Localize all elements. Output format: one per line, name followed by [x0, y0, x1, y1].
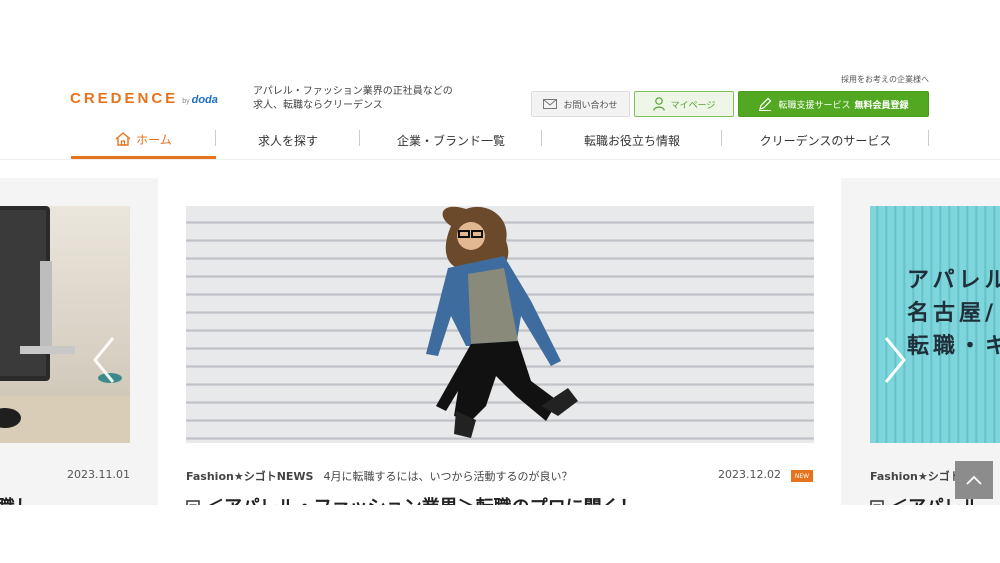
overlay-line: 転職・キ [907, 334, 1000, 359]
page-top-button[interactable] [955, 461, 993, 499]
slide-left-image[interactable] [0, 206, 130, 443]
slide-center-category[interactable]: Fashion★シゴトNEWS [186, 470, 313, 483]
nav-search-jobs[interactable]: 求人を探す [216, 122, 360, 158]
register-label: 転職支援サービス [778, 100, 851, 111]
tagline: アパレル・ファッション業界の正社員などの求人、転職ならクリーデンス [253, 86, 453, 111]
mypage-label: マイページ [670, 100, 716, 111]
slide-center-meta: Fashion★シゴトNEWS 4月に転職するには、いつから活動するのが良い？ [186, 468, 572, 484]
nav-services[interactable]: クリーデンスのサービス [722, 122, 929, 158]
contact-label: お問い合わせ [563, 100, 618, 111]
page: CREDENCE by doda アパレル・ファッション業界の正社員などの求人、転職… [0, 0, 1000, 563]
slide-center-image[interactable] [186, 206, 814, 443]
slide-center-headline-text: ＜アパレル・ファッション業界＞転職のプロに聞く！ [206, 497, 638, 505]
chevron-right-icon [884, 337, 906, 383]
slide-center-subtitle: 4月に転職するには、いつから活動するのが良い？ [323, 470, 573, 483]
logo-by: by [182, 98, 190, 105]
nav-companies-label: 企業・ブランド一覧 [396, 133, 505, 148]
nav-companies[interactable]: 企業・ブランド一覧 [360, 122, 542, 158]
chevron-up-icon [966, 475, 982, 485]
bottom-area [0, 505, 1000, 563]
slide-center: Fashion★シゴトNEWS 4月に転職するには、いつから活動するのが良い？ 2… [158, 178, 841, 505]
nav-career-info-label: 転職お役立ち情報 [583, 133, 680, 148]
nav-services-label: クリーデンスのサービス [759, 133, 892, 148]
slide-center-date: 2023.12.02 [718, 468, 781, 481]
site-header: CREDENCE by doda アパレル・ファッション業界の正社員などの求人、転職… [0, 70, 1000, 160]
header-divider [0, 159, 1000, 160]
new-badge: NEW [791, 470, 813, 482]
nav-home[interactable]: ホーム [71, 122, 216, 159]
slide-left-headline[interactable]: 職し [0, 493, 33, 505]
nav-search-jobs-label: 求人を探す [257, 133, 318, 148]
corporate-link[interactable]: 採用をお考えの企業様へ [841, 74, 929, 85]
mypage-button[interactable]: マイページ [634, 91, 734, 117]
desk-monitor-image [0, 206, 130, 443]
jumping-woman-image [426, 206, 578, 438]
contact-button[interactable]: お問い合わせ [531, 91, 630, 117]
pencil-icon [759, 97, 772, 111]
global-nav: ホーム 求人を探す 企業・ブランド一覧 転職お役立ち情報 クリーデンスのサービス [71, 122, 929, 160]
home-icon [115, 132, 131, 146]
carousel-prev-button[interactable] [89, 335, 119, 385]
register-strong: 無料会員登録 [854, 100, 909, 111]
featured-carousel: 2023.11.01 職し Fashion★シゴトNEWS4月に転職するには、 [0, 178, 1000, 505]
chevron-left-icon [93, 337, 115, 383]
slide-right-category[interactable]: Fashion★シゴト [870, 470, 961, 483]
overlay-line: 名古屋/ [907, 301, 998, 326]
register-button[interactable]: 転職支援サービス 無料会員登録 [738, 91, 929, 117]
user-icon [652, 97, 665, 111]
logo-partner: doda [191, 94, 218, 106]
logo[interactable]: CREDENCE by doda [70, 90, 218, 107]
carousel-next-button[interactable] [880, 335, 910, 385]
nav-career-info[interactable]: 転職お役立ち情報 [542, 122, 722, 158]
slide-left-date: 2023.11.01 [67, 468, 130, 481]
overlay-line: アパレル [907, 268, 1000, 293]
mail-icon [543, 99, 558, 109]
slide-right-overlay: アパレル 名古屋/ 転職・キ [907, 264, 1000, 363]
slide-center-headline[interactable]: ＜アパレル・ファッション業界＞転職のプロに聞く！ [186, 493, 638, 505]
nav-home-label: ホーム [136, 132, 172, 147]
